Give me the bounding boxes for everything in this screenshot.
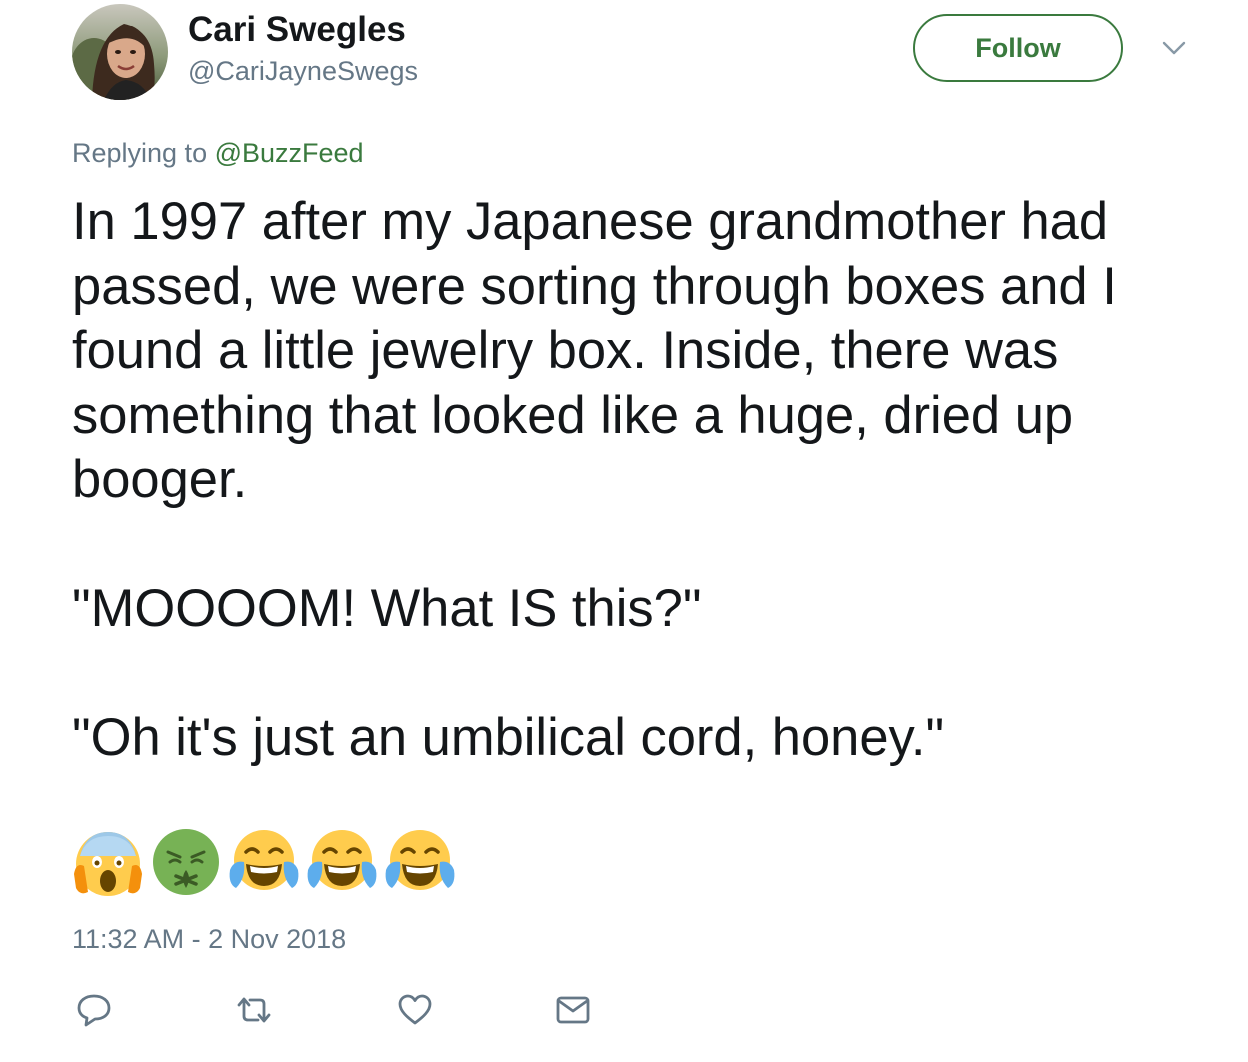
tweet-paragraph: In 1997 after my Japanese grandmother ha… [72,192,1117,509]
emoji-row [72,826,456,898]
chevron-down-icon[interactable] [1160,36,1188,60]
reply-mention-link[interactable]: @BuzzFeed [215,138,364,168]
avatar[interactable] [72,4,168,100]
envelope-icon[interactable] [553,992,593,1028]
face-with-tears-of-joy-icon [229,830,299,890]
nauseated-face-icon [153,829,219,895]
author-display-name[interactable]: Cari Swegles [188,10,406,50]
tweet-text: In 1997 after my Japanese grandmother ha… [72,190,1212,771]
heart-icon[interactable] [395,992,435,1028]
tweet-timestamp[interactable]: 11:32 AM - 2 Nov 2018 [72,924,346,955]
tweet-paragraph: "Oh it's just an umbilical cord, honey." [72,708,945,767]
author-handle[interactable]: @CariJayneSwegs [188,56,418,87]
face-with-tears-of-joy-icon [307,830,377,890]
replying-to: Replying to @BuzzFeed [72,138,364,169]
tweet-paragraph: "MOOOOM! What IS this?" [72,579,702,638]
avatar-photo [72,4,168,100]
face-with-tears-of-joy-icon [385,830,455,890]
follow-button[interactable]: Follow [913,14,1123,82]
replying-to-label: Replying to [72,138,215,168]
reply-icon[interactable] [74,992,114,1028]
face-screaming-in-fear-icon [74,832,142,896]
retweet-icon[interactable] [234,992,274,1028]
